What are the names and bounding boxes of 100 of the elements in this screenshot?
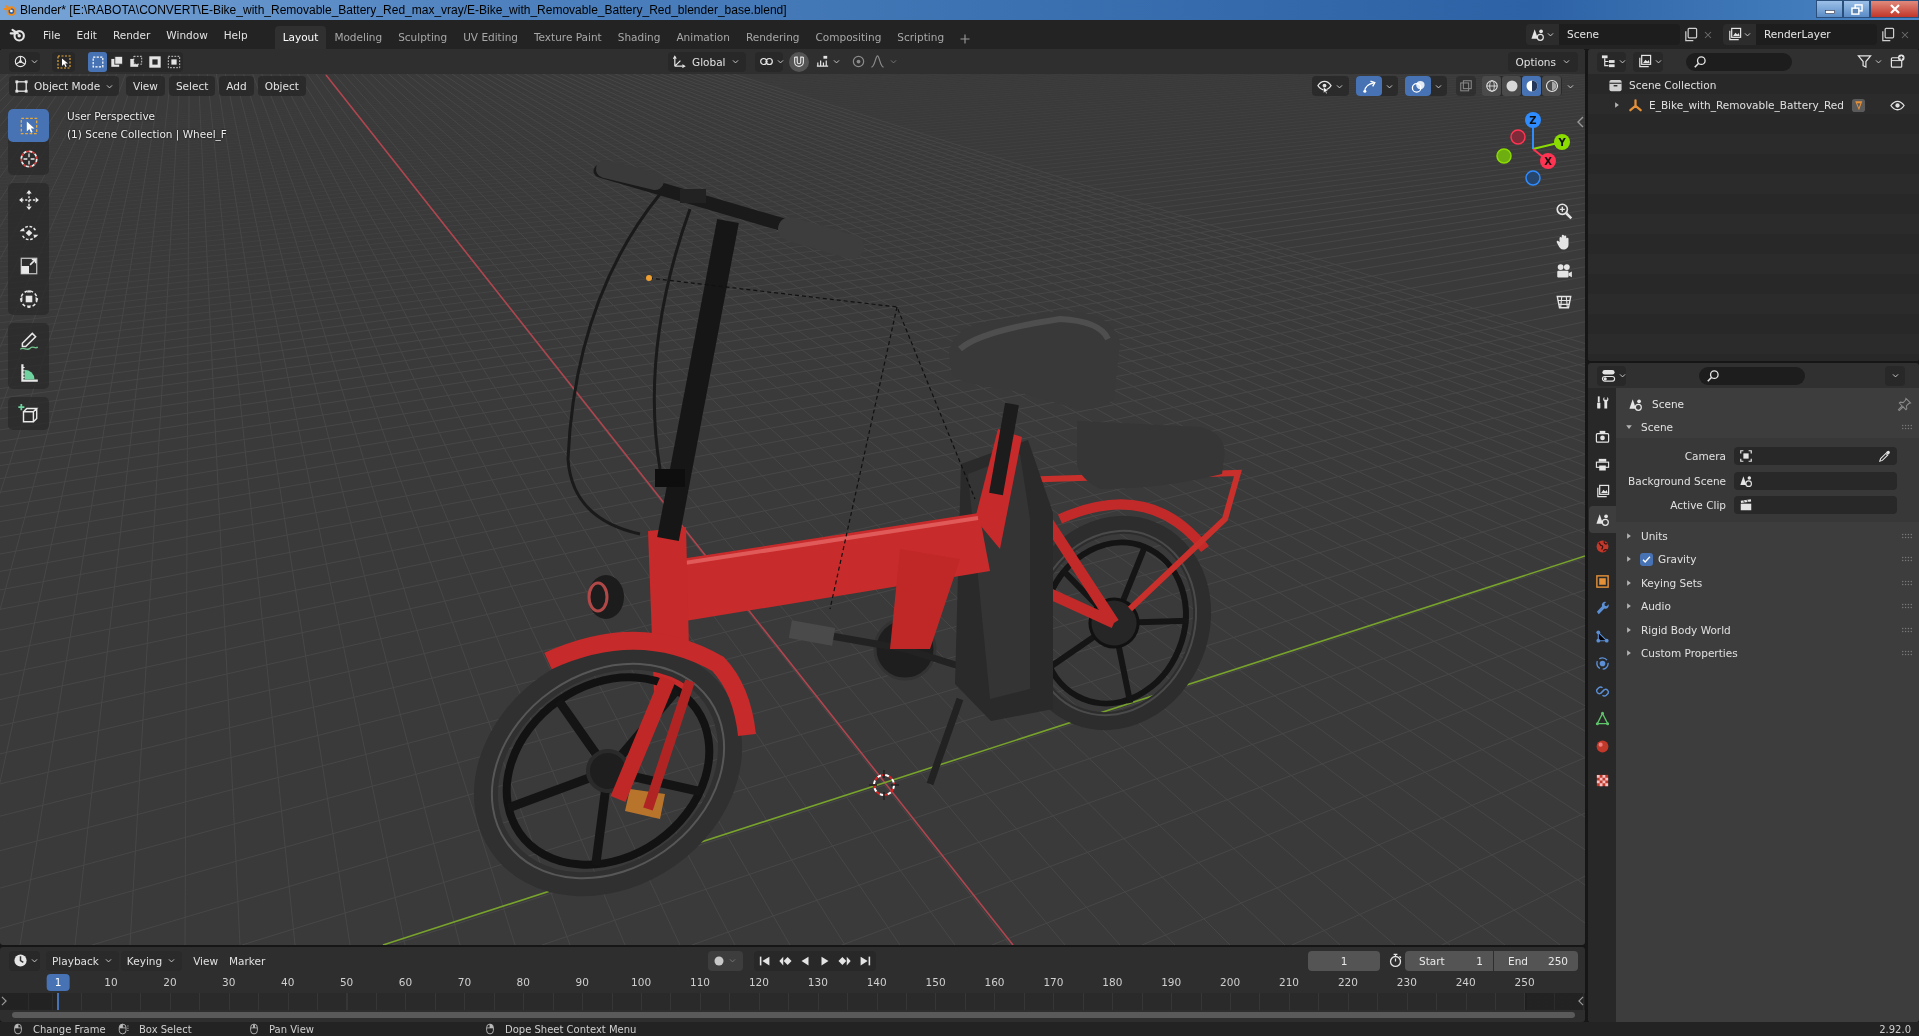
drag-handle-icon[interactable] (1901, 422, 1913, 432)
duplicate-icon[interactable] (1880, 27, 1895, 42)
outlined-sphere-icon (1544, 79, 1559, 93)
menu-item[interactable]: Select (168, 76, 216, 96)
view-layer-field[interactable]: RenderLayer (1756, 24, 1877, 45)
menu-dropdown[interactable]: Playback (46, 950, 119, 971)
menu-item[interactable]: View (126, 76, 165, 96)
workspace-tab[interactable]: Scripting (889, 26, 953, 49)
xray-toggle[interactable] (1456, 76, 1476, 96)
drag-handle-icon[interactable] (1901, 554, 1913, 564)
start-frame-field[interactable]: Start 1 (1405, 950, 1493, 971)
outliner-item[interactable]: E_Bike_with_Removable_Battery_Red (1649, 99, 1844, 111)
eyedropper-icon[interactable] (1878, 449, 1892, 464)
editor-type-button[interactable] (9, 51, 40, 72)
drag-handle-icon[interactable] (1901, 648, 1913, 658)
outliner-item[interactable]: Scene Collection (1629, 79, 1717, 91)
view-layer-button[interactable] (1633, 51, 1663, 72)
object-field[interactable] (1734, 496, 1897, 515)
shading-mode-button[interactable] (1522, 76, 1541, 96)
overlays-toggle[interactable] (1405, 76, 1431, 96)
workspace-tab[interactable]: Animation (668, 26, 738, 49)
scrollbar[interactable] (12, 1012, 1575, 1018)
workspace-tab[interactable]: Texture Paint (525, 26, 610, 49)
menu-item[interactable]: Help (215, 28, 256, 41)
subtract-squares-icon (128, 54, 143, 69)
zoom-in-icon[interactable] (1555, 202, 1573, 220)
panel-checkbox[interactable] (1640, 552, 1653, 566)
image-stack-icon (1595, 484, 1610, 500)
display-mode-button[interactable] (1597, 51, 1626, 72)
shading-mode-button[interactable] (1542, 76, 1561, 96)
intersect-square-icon (166, 54, 181, 69)
stopwatch-icon[interactable] (1388, 953, 1403, 968)
add-icon[interactable] (959, 33, 972, 45)
orientation-dropdown[interactable]: Global (668, 51, 746, 72)
menu-item[interactable]: Marker (229, 954, 266, 967)
options-dropdown[interactable]: Options (1508, 51, 1578, 72)
tool-button[interactable] (8, 109, 49, 142)
drag-handle-icon[interactable] (1901, 601, 1913, 611)
magnet-icon[interactable] (789, 51, 809, 72)
auto-keying-button[interactable] (708, 950, 744, 971)
status-hint: Change Frame (33, 1023, 106, 1035)
editor-type-button[interactable] (9, 950, 40, 971)
selection-mode-button[interactable] (88, 51, 107, 72)
cone-sphere-icon (1530, 27, 1545, 42)
menu-item[interactable]: Add (219, 76, 254, 96)
object-field[interactable] (1734, 471, 1897, 490)
properties-tab[interactable] (1589, 506, 1616, 533)
end-frame-field[interactable]: End 250 (1494, 950, 1578, 971)
workspace-tab[interactable]: Compositing (807, 26, 890, 49)
active-tool-button[interactable] (52, 51, 75, 72)
minimize-button[interactable] (1816, 0, 1843, 18)
mouse-left-icon (12, 1023, 24, 1035)
workspace-tab[interactable]: Rendering (737, 26, 808, 49)
tool-button[interactable] (8, 397, 49, 430)
view-layer-type-button[interactable] (1723, 24, 1756, 45)
triangle-badge-icon[interactable] (1851, 97, 1866, 113)
keyframe-track[interactable] (0, 993, 1585, 1010)
current-frame-field[interactable]: 1 (1308, 950, 1380, 971)
menu-item[interactable]: Render (104, 28, 159, 41)
mode-dropdown[interactable]: Object Mode (9, 76, 119, 96)
search-field[interactable] (1699, 366, 1805, 385)
axis-handle[interactable]: Y (1532, 134, 1570, 150)
workspace-tab[interactable]: Sculpting (390, 26, 456, 49)
axis-handle[interactable] (1510, 129, 1526, 145)
restore-button[interactable] (1843, 0, 1870, 18)
selectability-dropdown[interactable] (1312, 76, 1349, 96)
target-circle-icon[interactable] (851, 54, 866, 69)
menu-dropdown[interactable]: Keying (120, 950, 183, 971)
menu-item[interactable]: Edit (68, 28, 105, 41)
workspace-tab[interactable]: Shading (609, 26, 669, 49)
axis-handle[interactable] (1496, 148, 1512, 164)
pivot-dropdown[interactable] (755, 51, 783, 72)
menu-item[interactable]: View (193, 954, 219, 967)
menu-item[interactable]: File (35, 28, 69, 41)
frame-number: 30 (221, 975, 237, 990)
close-button[interactable] (1870, 0, 1919, 18)
frame-number: 60 (397, 975, 414, 990)
workspace-tab[interactable]: UV Editing (455, 26, 526, 49)
pin-icon[interactable] (1897, 396, 1912, 412)
scene-field[interactable]: Scene (1559, 24, 1680, 45)
duplicate-icon[interactable] (1683, 27, 1698, 42)
workspace-tab[interactable]: Modeling (326, 26, 391, 49)
shading-mode-button[interactable] (1502, 76, 1521, 96)
tick-bars-icon (815, 54, 830, 69)
scene-type-button[interactable] (1526, 24, 1559, 45)
falloff-curve-icon[interactable] (870, 54, 885, 69)
app-logo-icon[interactable] (9, 26, 26, 43)
gizmo-toggle[interactable] (1356, 76, 1382, 96)
axis-handle[interactable]: Z (1525, 112, 1541, 150)
object-field[interactable] (1734, 447, 1897, 466)
frame-number: 120 (747, 975, 770, 990)
workspace-tab[interactable]: Layout (274, 26, 327, 49)
axis-handle[interactable] (1525, 170, 1541, 186)
new-collection-icon[interactable] (1890, 54, 1905, 69)
search-field[interactable] (1686, 52, 1792, 71)
camera-icon[interactable] (1555, 262, 1573, 280)
menu-item[interactable]: Object (257, 76, 306, 96)
menu-item[interactable]: Window (158, 28, 216, 41)
shading-mode-button[interactable] (1482, 76, 1501, 96)
editor-type-button[interactable] (1597, 365, 1626, 386)
